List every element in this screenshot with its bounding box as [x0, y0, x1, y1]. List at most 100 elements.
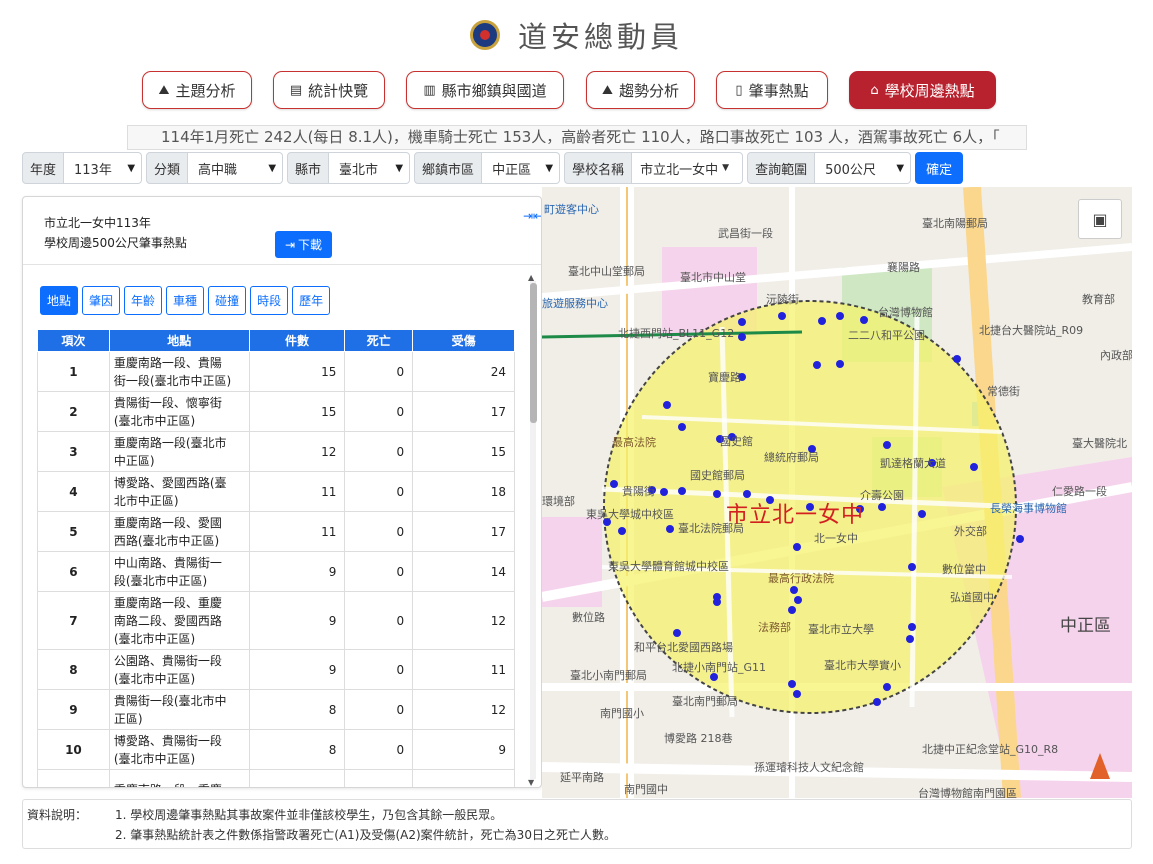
map-label: 和平台北愛國西路場 — [634, 641, 733, 654]
site-title: 道安總動員 — [517, 20, 683, 54]
note-line-1: 1. 學校周邊肇事熱點其事故案件並非僅該校學生，乃包含其餘一般民眾。 — [115, 808, 503, 822]
tab-cause[interactable]: 肇因 — [82, 286, 121, 315]
col-header-location[interactable]: 地點 — [108, 329, 250, 352]
nav-trend-analysis[interactable]: ⛰ 趨勢分析 — [586, 71, 695, 109]
map-label: 臺北中山堂郵局 — [568, 265, 645, 278]
chevron-down-icon: ▼ — [268, 162, 277, 174]
map-label: 常德街 — [987, 385, 1020, 398]
layer-image-icon[interactable]: ▣ — [1078, 199, 1122, 239]
map-label: 北捷小南門站_G11 — [672, 661, 767, 674]
tab-vehicle[interactable]: 車種 — [166, 286, 205, 315]
col-header-no[interactable]: 項次 — [37, 329, 110, 352]
nav-theme-analysis[interactable]: ⛰ 主題分析 — [142, 71, 252, 109]
map-label: 臺大醫院北 — [1072, 437, 1127, 450]
category-select[interactable]: 高中職 ▼ — [188, 152, 284, 184]
year-select[interactable]: 113年 ▼ — [64, 152, 143, 184]
location-line: 中正區) — [113, 453, 155, 468]
school-dropdown[interactable]: 市立北一女中 ▼ — [632, 152, 744, 184]
table-row[interactable]: 8 公園路、貴陽街一段 (臺北市中正區) 9 0 11 — [37, 649, 515, 690]
location-line: 貴陽街一段、懷寧街 — [113, 395, 222, 410]
row-index: 3 — [37, 431, 110, 472]
confirm-button[interactable]: 確定 — [915, 152, 964, 184]
nav-county-town-highway[interactable]: ▥ 縣市鄉鎮與國道 — [406, 71, 564, 109]
hotspot-table-wrap: 項次 地點 件數 死亡 受傷 1 重慶南路一段、貴陽 街一段(臺北市中正區) 15 0 2… — [37, 329, 517, 788]
download-button[interactable]: ⇥ 下載 — [275, 231, 332, 258]
map-label: 貴陽街 — [622, 485, 655, 498]
chevron-down-icon: ▼ — [545, 162, 554, 174]
north-arrow-icon — [1090, 753, 1110, 779]
town-select[interactable]: 中正區 ▼ — [482, 152, 561, 184]
location-line: (臺北市中正區) — [113, 413, 196, 428]
map-label: 介壽公園 — [860, 489, 904, 502]
table-row[interactable]: 2 貴陽街一段、懷寧街 (臺北市中正區) 15 0 17 — [37, 391, 515, 432]
map-label: 弘道國中 — [950, 591, 994, 604]
county-label: 縣市 — [287, 152, 330, 184]
location-line: 中山南路、貴陽街一 — [113, 555, 222, 570]
nav-stats-overview[interactable]: ▤ 統計快覽 — [273, 71, 385, 109]
nav-accident-hotspots[interactable]: ▯ 肇事熱點 — [716, 71, 828, 109]
tab-history[interactable]: 歷年 — [292, 286, 331, 315]
map-label: 北捷西門站_BL11_G12 — [618, 327, 735, 340]
county-select[interactable]: 臺北市 ▼ — [329, 152, 411, 184]
row-location: 博愛路、愛國西路(臺 北市中正區) — [108, 471, 250, 512]
logo-icon — [469, 20, 500, 50]
map-label: 東吳大學城中校區 — [586, 508, 674, 521]
news-ticker: 114年1月死亡 242人(每日 8.1人)，機車騎士死亡 153人，高齡者死亡… — [127, 125, 1027, 150]
map-label: 武昌街一段 — [718, 227, 773, 240]
table-scrollbar[interactable]: ▲ ▼ — [528, 273, 538, 787]
tab-location[interactable]: 地點 — [40, 286, 79, 315]
tab-collision[interactable]: 碰撞 — [208, 286, 247, 315]
table-row[interactable]: 1 重慶南路一段、貴陽 街一段(臺北市中正區) 15 0 24 — [37, 351, 515, 392]
row-cases: 8 — [248, 689, 346, 730]
table-row[interactable]: 5 重慶南路一段、愛國 西路(臺北市中正區) 11 0 17 — [37, 511, 515, 552]
scroll-thumb[interactable] — [530, 283, 537, 423]
table-row[interactable]: 4 博愛路、愛國西路(臺 北市中正區) 11 0 18 — [37, 471, 515, 512]
school-marker[interactable]: 市立北一女中 — [726, 497, 864, 529]
location-line: 重慶南路一段、重慶 — [114, 781, 245, 788]
map-label: 町遊客中心 — [544, 203, 599, 216]
map-icon: ▯ — [735, 82, 743, 98]
area-chart-icon: ⛰ — [602, 82, 613, 98]
table-row[interactable]: 7 重慶南路一段、重慶 南路二段、愛國西路 (臺北市中正區) 9 0 12 — [37, 591, 515, 650]
table-row[interactable]: 10 博愛路、貴陽街一段 (臺北市中正區) 8 0 9 — [37, 729, 515, 770]
table-row[interactable]: 6 中山南路、貴陽街一 段(臺北市中正區) 9 0 14 — [37, 551, 515, 592]
location-line: 公園路、貴陽街一段 — [113, 653, 222, 668]
scroll-down-icon[interactable]: ▼ — [528, 778, 534, 787]
tab-time[interactable]: 時段 — [250, 286, 289, 315]
map-label: 國史館 — [720, 435, 753, 448]
map-label: 長榮海事博物館 — [990, 502, 1067, 515]
year-label: 年度 — [22, 152, 65, 184]
tab-age[interactable]: 年齡 — [124, 286, 163, 315]
bar-chart-icon: ▥ — [423, 82, 436, 98]
map-view[interactable]: 町遊客中心 臺北中山堂郵局 臺北市中山堂 旅遊服務中心 北捷西門站_BL11_G… — [542, 187, 1132, 798]
location-line: 北市中正區) — [113, 493, 179, 508]
location-line: 正區) — [113, 711, 143, 726]
row-cases: 11 — [248, 471, 346, 512]
col-header-cases[interactable]: 件數 — [248, 329, 346, 352]
nav-school-hotspots[interactable]: ⌂ 學校周邊熱點 — [849, 71, 996, 109]
table-row[interactable]: 9 貴陽街一段(臺北市中 正區) 8 0 12 — [37, 689, 515, 730]
chevron-down-icon: ▼ — [896, 162, 905, 174]
panel-tabs: 地點 肇因 年齡 車種 碰撞 時段 歷年 — [40, 286, 331, 315]
collapse-icon[interactable]: ⇥⇤ — [523, 209, 541, 223]
row-cases: 11 — [248, 511, 346, 552]
map-label: 孫運璿科技人文紀念館 — [754, 761, 864, 774]
hotspot-table: 項次 地點 件數 死亡 受傷 1 重慶南路一段、貴陽 街一段(臺北市中正區) 15 0 2… — [37, 329, 515, 788]
location-line: (臺北市中正區) — [113, 751, 196, 766]
row-cases: 9 — [248, 551, 346, 592]
row-index: 4 — [37, 471, 110, 512]
location-line: 重慶南路一段、貴陽 — [113, 355, 222, 370]
row-location: 公園路、貴陽街一段 (臺北市中正區) — [108, 649, 250, 690]
row-index: 5 — [37, 511, 110, 552]
school-label: 學校名稱 — [564, 152, 633, 184]
row-deaths: 0 — [344, 471, 414, 512]
range-select[interactable]: 500公尺 ▼ — [815, 152, 912, 184]
table-row[interactable]: 重慶南路一段、重慶 — [37, 769, 515, 788]
col-header-injuries[interactable]: 受傷 — [412, 329, 515, 352]
row-injuries: 24 — [412, 351, 515, 392]
col-header-deaths[interactable]: 死亡 — [344, 329, 414, 352]
table-row[interactable]: 3 重慶南路一段(臺北市 中正區) 12 0 15 — [37, 431, 515, 472]
row-location: 博愛路、貴陽街一段 (臺北市中正區) — [108, 729, 250, 770]
map-label: 博愛路 218巷 — [664, 732, 733, 745]
map-label: 臺北市中山堂 — [680, 271, 746, 284]
